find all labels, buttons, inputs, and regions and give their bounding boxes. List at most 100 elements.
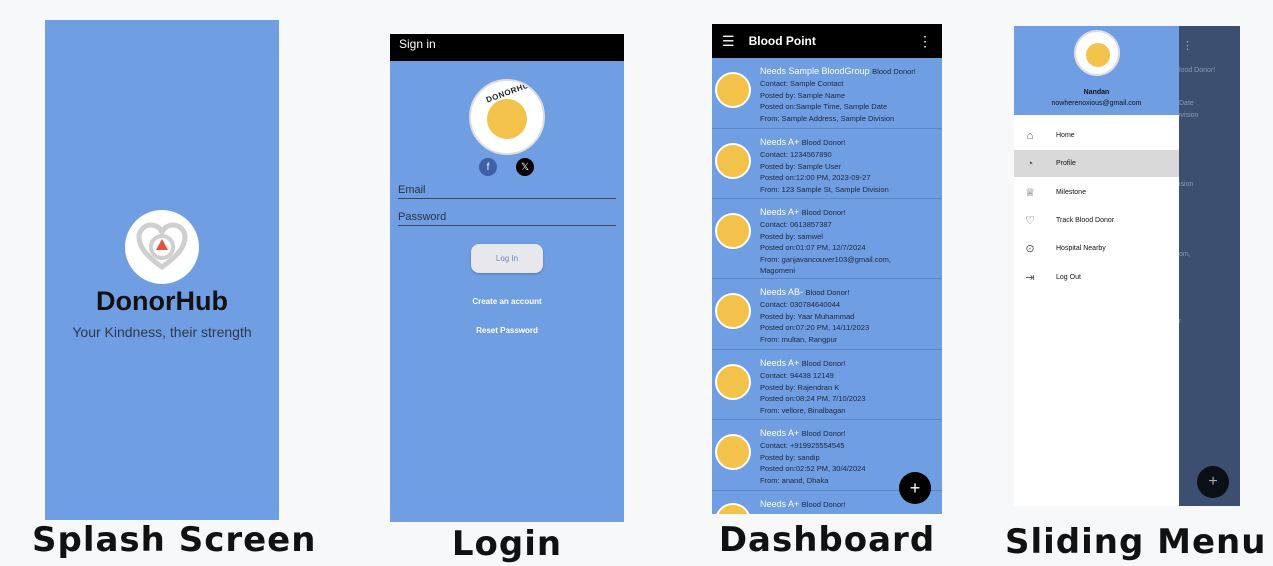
blood-group-needed: Needs A+ Blood Donor!: [760, 137, 846, 147]
blood-group-needed: Needs Sample BloodGroup Blood Donor!: [760, 66, 916, 76]
caption-login: Login: [451, 524, 563, 564]
from-text: From: vellore, Binalbagan: [760, 405, 846, 415]
donor-request-card[interactable]: Needs A+ Blood Donor! Contact: 1234567890…: [712, 129, 942, 199]
background-fragment: Date: [1179, 100, 1194, 107]
contact-text: Contact: 030784640044: [760, 300, 841, 309]
menu-item-label: Hospital Nearby: [1056, 245, 1106, 253]
contact-text: Contact: 94438 12149: [760, 371, 834, 380]
blood-group-needed: Needs A+ Blood Donor!: [760, 499, 846, 509]
menu-item-track-blood-donor[interactable]: ♡ Track Blood Donor: [1014, 207, 1179, 234]
donor-request-card[interactable]: Needs A+ Blood Donor! Contact: 94438 1214…: [712, 350, 942, 420]
from-text: From: Sample Address, Sample Division: [760, 113, 895, 123]
blood-group-needed: Needs A+ Blood Donor!: [760, 358, 846, 368]
posted-on-text: Posted on:12:00 PM, 2023-09-27: [760, 173, 871, 182]
posted-by-text: Posted by: Sample Name: [760, 90, 846, 100]
donor-request-card[interactable]: Needs AB- Blood Donor! Contact: 030784640…: [712, 279, 942, 350]
needs-suffix: Blood Donor!: [872, 67, 916, 76]
background-fragment: r: [1179, 318, 1182, 325]
menu-item-label: Milestone: [1056, 188, 1086, 196]
menu-item-milestone[interactable]: ♕ Milestone: [1014, 179, 1179, 206]
posted-on-text: Posted on:Sample Time, Sample Date: [760, 102, 888, 111]
home-icon: ⌂: [1026, 129, 1034, 142]
posted-on-text: Posted on:08:24 PM, 7/10/2023: [760, 394, 866, 403]
facebook-icon[interactable]: f: [479, 158, 497, 176]
menu-item-home[interactable]: ⌂ Home: [1014, 122, 1179, 149]
login-button[interactable]: Log In: [471, 244, 543, 273]
sliding-menu-screen: ⋮ lood Donor! Date ivision ision om, r N…: [1014, 26, 1240, 506]
posted-by-text: Posted by: sandip: [760, 452, 820, 462]
add-request-button[interactable]: +: [899, 472, 931, 504]
menu-item-profile[interactable]: ◔ Profile: [1014, 150, 1179, 178]
user-email: nowherenoxious@gmail.com: [1051, 100, 1142, 107]
posted-by-text: Posted by: Rajendran K: [760, 382, 840, 392]
from-text: From: 123 Sample St, Sample Division: [760, 184, 889, 194]
trophy-icon: ♕: [1025, 186, 1035, 199]
menu-item-label: Log Out: [1056, 273, 1081, 281]
create-account-link[interactable]: Create an account: [390, 297, 624, 306]
hand-heart-icon: ♡: [1025, 214, 1035, 227]
needs-suffix: Blood Donor!: [801, 500, 846, 509]
overflow-menu-icon: ⋮: [1182, 40, 1193, 52]
logout-icon: ⇥: [1025, 271, 1035, 284]
needs-text: Needs A+: [760, 428, 800, 438]
dashboard-appbar: ☰ Blood Point ⋮: [712, 24, 942, 58]
password-field[interactable]: Password: [398, 211, 616, 226]
profile-icon: ◔: [1026, 157, 1034, 170]
donorhub-badge: DONORHUB: [469, 79, 545, 155]
posted-by-text: Posted by: samwel: [760, 231, 823, 241]
donor-avatar: [715, 72, 751, 108]
background-fragment: ision: [1179, 181, 1194, 188]
donor-avatar: [715, 293, 751, 329]
contact-text: Contact: 0613857387: [760, 220, 832, 229]
donor-avatar: [715, 213, 751, 249]
needs-text: Needs A+: [760, 207, 800, 217]
posted-on-text: Posted on:01:07 PM, 12/7/2024: [760, 243, 866, 252]
donorhub-badge: [1074, 30, 1120, 76]
tagline: Your Kindness, their strength: [72, 324, 252, 340]
donor-request-card[interactable]: Needs Sample BloodGroup Blood Donor! Cont…: [712, 58, 942, 129]
app-logo: [125, 210, 199, 284]
contact-text: Contact: +919925554545: [760, 441, 845, 450]
needs-text: Needs A+: [760, 499, 800, 509]
menu-item-label: Home: [1056, 132, 1075, 139]
posted-on-text: Posted on:02:52 PM, 30/4/2024: [760, 464, 866, 473]
email-field[interactable]: Email: [398, 184, 616, 199]
x-icon[interactable]: 𝕏: [516, 158, 534, 176]
blood-group-needed: Needs A+ Blood Donor!: [760, 428, 846, 438]
needs-suffix: Blood Donor!: [801, 208, 846, 217]
contact-text: Contact: Sample Contact: [760, 79, 844, 88]
badge-illustration: [487, 99, 527, 139]
navigation-drawer: Nandan nowherenoxious@gmail.com ⌂ Home ◔ Pr…: [1014, 26, 1179, 506]
donor-request-card[interactable]: Needs A+ Blood Donor! Contact: 0613857387…: [712, 199, 942, 279]
needs-suffix: Blood Donor!: [805, 288, 850, 297]
needs-text: Needs Sample BloodGroup: [760, 66, 870, 76]
needs-suffix: Blood Donor!: [801, 359, 846, 368]
page-title: Sign in: [399, 37, 436, 51]
user-name: Nandan: [1083, 89, 1110, 96]
hamburger-menu-icon[interactable]: ☰: [722, 33, 735, 50]
heart-drop-icon: [136, 222, 188, 271]
splash-screen: DonorHub Your Kindness, their strength: [45, 20, 279, 520]
donor-avatar: [715, 434, 751, 470]
donor-avatar: [715, 503, 751, 514]
add-request-button[interactable]: +: [1197, 466, 1229, 498]
needs-suffix: Blood Donor!: [801, 138, 846, 147]
from-text: From: anand, Dhaka: [760, 475, 829, 485]
dashboard-screen: ☰ Blood Point ⋮ Needs Sample BloodGroup …: [712, 24, 942, 514]
menu-item-hospital-nearby[interactable]: ⊙ Hospital Nearby: [1014, 235, 1179, 262]
location-pin-icon: ⊙: [1025, 243, 1035, 256]
from-text: From: multan, Rangpur: [760, 334, 838, 344]
overflow-menu-icon[interactable]: ⋮: [918, 33, 932, 50]
menu-item-log-out[interactable]: ⇥ Log Out: [1014, 264, 1179, 291]
reset-password-link[interactable]: Reset Password: [390, 326, 624, 335]
from-text: From: ganjavancouver103@gmail.com,: [760, 254, 892, 264]
app-name: DonorHub: [96, 286, 228, 316]
blood-group-needed: Needs A+ Blood Donor!: [760, 207, 846, 217]
login-appbar: Sign in: [390, 34, 624, 61]
background-fragment: lood Donor!: [1179, 67, 1216, 74]
needs-suffix: Blood Donor!: [801, 429, 846, 438]
from-text-cont: Magomeni: [760, 266, 796, 275]
caption-menu: Sliding Menu: [1005, 522, 1267, 562]
blood-group-needed: Needs AB- Blood Donor!: [760, 287, 849, 297]
background-fragment: ivision: [1179, 112, 1199, 119]
